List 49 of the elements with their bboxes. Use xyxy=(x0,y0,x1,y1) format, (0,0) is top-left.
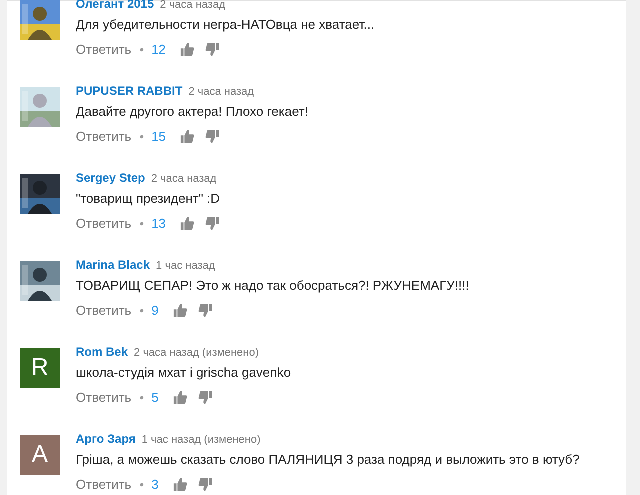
separator-dot-icon xyxy=(140,134,144,138)
thumbs-up-icon[interactable] xyxy=(172,477,188,492)
separator-dot-icon xyxy=(140,308,144,312)
like-count: 5 xyxy=(152,390,159,405)
like-count: 12 xyxy=(152,42,166,57)
thumbs-up-icon[interactable] xyxy=(172,390,188,405)
comment-time: 1 час назад (изменено) xyxy=(142,434,261,446)
comment-text: Гріша, а можешь сказать слово ПАЛЯНИЦЯ 3 раза подряд и выложить это в ютуб? xyxy=(76,452,580,467)
thumbs-up-icon[interactable] xyxy=(172,303,188,318)
like-count: 13 xyxy=(152,216,166,231)
thumbs-down-icon[interactable] xyxy=(198,303,213,318)
like-count: 9 xyxy=(152,303,159,318)
like-count: 15 xyxy=(152,129,166,144)
comment-text: Давайте другого актера! Плохо гекает! xyxy=(76,104,308,119)
comment-time: 2 часа назад xyxy=(160,0,226,11)
author-name[interactable]: Арго Заря xyxy=(76,432,136,446)
thumbs-up-icon[interactable] xyxy=(180,216,196,231)
reply-link[interactable]: Ответить xyxy=(76,42,132,57)
avatar: R xyxy=(20,348,60,388)
reply-link[interactable]: Ответить xyxy=(76,390,132,405)
comment-time: 2 часа назад xyxy=(188,86,254,98)
reply-link[interactable]: Ответить xyxy=(76,303,132,318)
reply-link[interactable]: Ответить xyxy=(76,129,132,144)
comment-time: 1 час назад xyxy=(156,260,216,272)
separator-dot-icon xyxy=(140,482,144,486)
comment-time: 2 часа назад xyxy=(151,173,217,185)
comment-text: школа-студія мхат і grischa gavenko xyxy=(76,365,292,380)
reply-link[interactable]: Ответить xyxy=(76,477,132,492)
thumbs-down-icon[interactable] xyxy=(205,129,220,144)
thumbs-down-icon[interactable] xyxy=(198,477,213,492)
avatar: A xyxy=(20,435,60,475)
author-name[interactable]: Marina Black xyxy=(76,258,150,272)
like-count: 3 xyxy=(152,477,159,492)
comment-text: "товарищ президент" :D xyxy=(76,191,222,206)
separator-dot-icon xyxy=(140,222,144,226)
thumbs-down-icon[interactable] xyxy=(198,390,213,405)
thumbs-up-icon[interactable] xyxy=(180,42,196,57)
thumbs-down-icon[interactable] xyxy=(205,42,220,57)
author-name[interactable]: PUPUSER RABBIT xyxy=(76,84,183,98)
comment-text: ТОВАРИЩ СЕПАР! Это ж надо так обосраться?! РЖУНЕМАГУ!!!! xyxy=(76,278,470,293)
comment-text: Для убедительности негра-НАТОвца не хватает... xyxy=(76,17,375,32)
author-name[interactable]: Sergey Step xyxy=(76,171,146,185)
comment-time: 2 часа назад (изменено) xyxy=(134,347,259,359)
thumbs-down-icon[interactable] xyxy=(205,216,220,231)
thumbs-up-icon[interactable] xyxy=(180,129,196,144)
author-name[interactable]: Rom Bek xyxy=(76,345,128,359)
reply-link[interactable]: Ответить xyxy=(76,216,132,231)
separator-dot-icon xyxy=(140,396,144,400)
separator-dot-icon xyxy=(140,48,144,52)
